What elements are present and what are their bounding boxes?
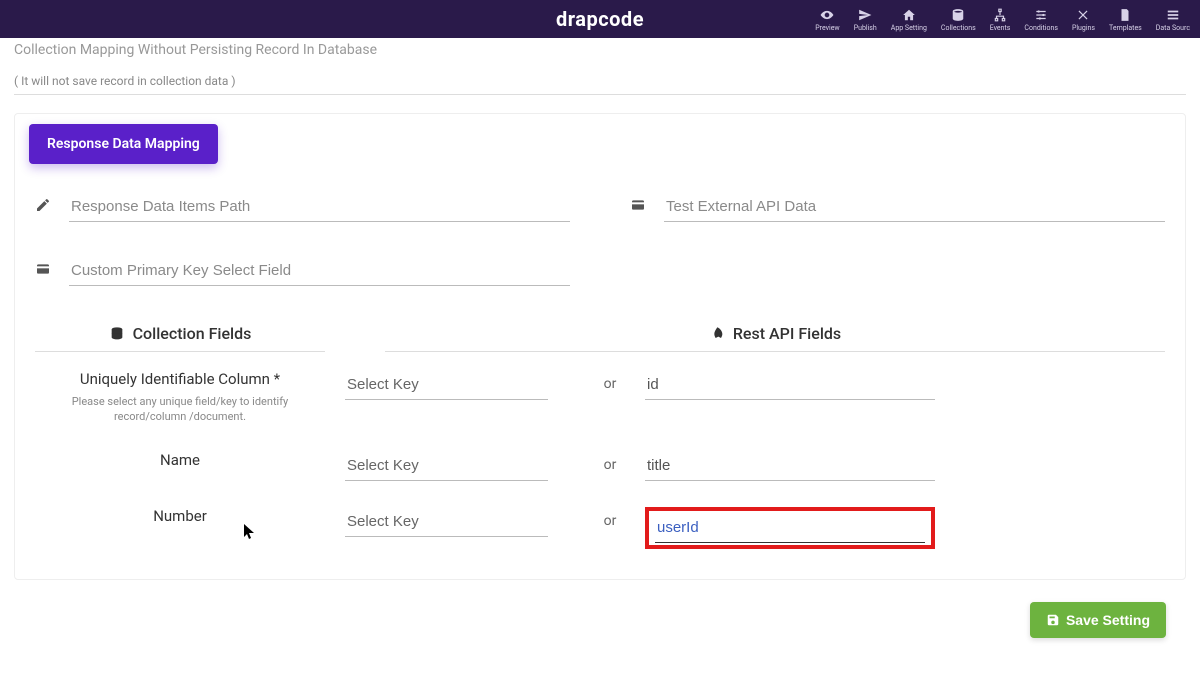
menu-icon — [1165, 8, 1181, 22]
pencil-icon — [35, 197, 55, 217]
nav-label: Publish — [854, 24, 877, 32]
select-key-input[interactable] — [345, 507, 548, 537]
collection-fields-heading: Collection Fields — [35, 324, 325, 352]
api-field-input[interactable] — [645, 370, 935, 400]
send-icon — [857, 8, 873, 22]
nav-label: Events — [990, 24, 1011, 32]
mapping-row: Uniquely Identifiable Column * Please se… — [35, 370, 1165, 425]
rest-api-fields-heading: Rest API Fields — [385, 324, 1165, 352]
mapping-row: Number or — [35, 507, 1165, 549]
api-field-input-userid[interactable] — [655, 513, 925, 543]
card-icon — [35, 261, 55, 281]
eye-icon — [819, 8, 835, 22]
nav-label: Collections — [941, 24, 976, 32]
or-separator: or — [595, 507, 625, 529]
test-api-field — [630, 192, 1165, 222]
nav-data-source[interactable]: Data Sourc — [1156, 8, 1190, 32]
api-field-input[interactable] — [645, 451, 935, 481]
or-separator: or — [595, 451, 625, 473]
brand-logo: drapcode — [556, 7, 644, 31]
database-icon — [109, 326, 125, 342]
home-icon — [901, 8, 917, 22]
mapping-table: Uniquely Identifiable Column * Please se… — [35, 370, 1165, 549]
nav-templates[interactable]: Templates — [1109, 8, 1142, 32]
database-icon — [950, 8, 966, 22]
nav-label: App Setting — [891, 24, 927, 32]
mapping-field-label: Uniquely Identifiable Column * — [35, 370, 325, 388]
primary-key-input[interactable] — [69, 256, 570, 286]
rocket-icon — [709, 326, 725, 342]
nav-label: Templates — [1109, 24, 1142, 32]
nav-publish[interactable]: Publish — [854, 8, 877, 32]
mapping-field-label: Number — [35, 507, 325, 525]
tools-icon — [1075, 8, 1091, 22]
sliders-icon — [1033, 8, 1049, 22]
or-separator: or — [595, 370, 625, 392]
select-key-input[interactable] — [345, 370, 548, 400]
mapping-card: Response Data Mapping — [14, 113, 1186, 580]
nav-collections[interactable]: Collections — [941, 8, 976, 32]
page-title-truncated: Collection Mapping Without Persisting Re… — [14, 42, 1186, 58]
file-icon — [1117, 8, 1133, 22]
mapping-row: Name or — [35, 451, 1165, 481]
nav-app-setting[interactable]: App Setting — [891, 8, 927, 32]
nav-conditions[interactable]: Conditions — [1024, 8, 1058, 32]
nav-plugins[interactable]: Plugins — [1072, 8, 1095, 32]
response-path-input[interactable] — [69, 192, 570, 222]
nav-label: Plugins — [1072, 24, 1095, 32]
nav-events[interactable]: Events — [990, 8, 1011, 32]
mapping-field-label: Name — [35, 451, 325, 469]
nav-label: Data Sourc — [1156, 24, 1190, 32]
nav-label: Conditions — [1024, 24, 1058, 32]
top-navbar: drapcode Preview Publish App Setting Col… — [0, 0, 1200, 38]
nav-label: Preview — [815, 24, 839, 32]
nav-items: Preview Publish App Setting Collections … — [815, 6, 1190, 32]
highlighted-field — [645, 507, 935, 549]
test-api-input[interactable] — [664, 192, 1165, 222]
select-key-input[interactable] — [345, 451, 548, 481]
save-icon — [1046, 613, 1060, 627]
mapping-field-help: Please select any unique field/key to id… — [35, 394, 325, 425]
save-setting-button[interactable]: Save Setting — [1030, 602, 1166, 638]
save-button-label: Save Setting — [1066, 612, 1150, 628]
card-icon — [630, 197, 650, 217]
sitemap-icon — [992, 8, 1008, 22]
tab-response-data-mapping[interactable]: Response Data Mapping — [29, 124, 218, 164]
primary-key-field — [35, 256, 570, 286]
page-subtitle: ( It will not save record in collection … — [14, 74, 1186, 88]
response-path-field — [35, 192, 570, 222]
nav-preview[interactable]: Preview — [815, 8, 839, 32]
page-header: Collection Mapping Without Persisting Re… — [14, 38, 1186, 95]
page-body: Collection Mapping Without Persisting Re… — [0, 38, 1200, 648]
